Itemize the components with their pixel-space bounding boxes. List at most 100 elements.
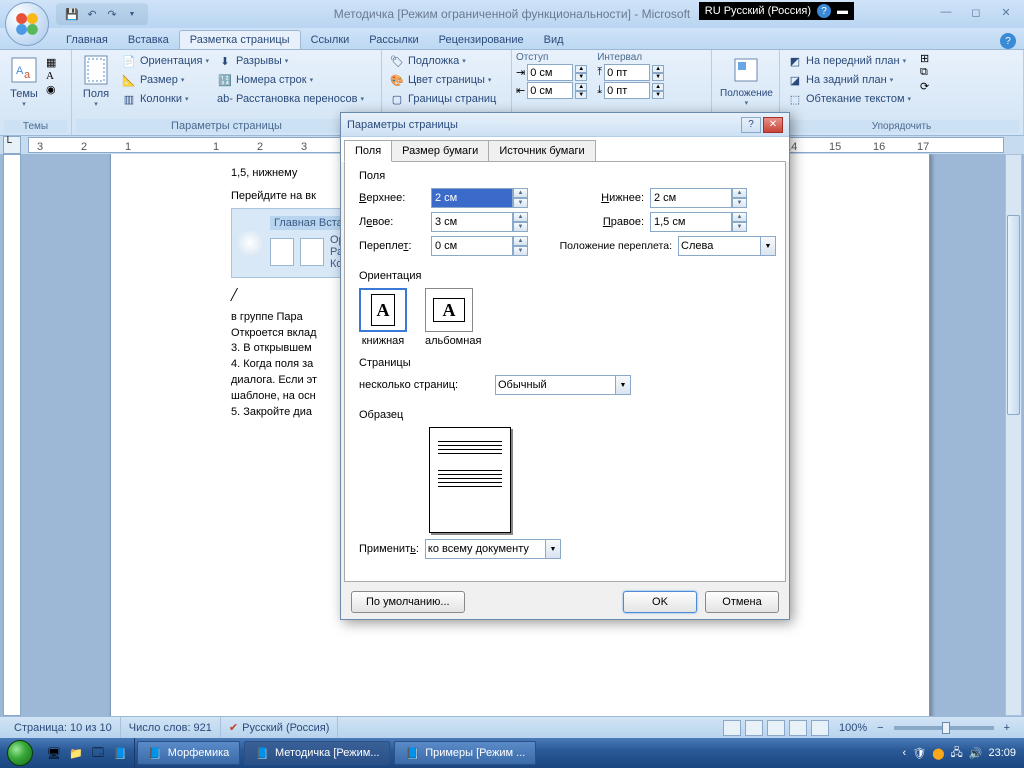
watermark-button[interactable]: 🏷Подложка ▾: [386, 52, 499, 70]
dialog-tab-paper[interactable]: Размер бумаги: [391, 140, 489, 162]
theme-fonts-icon[interactable]: A: [46, 70, 56, 82]
zoom-out[interactable]: −: [877, 722, 883, 734]
tab-references[interactable]: Ссылки: [301, 31, 360, 49]
watermark-icon: 🏷: [389, 53, 405, 69]
indent-left-input[interactable]: ⇥▲▼: [516, 64, 587, 81]
cancel-button[interactable]: Отмена: [705, 591, 779, 613]
rotate-icon[interactable]: ⟳: [920, 80, 929, 93]
themes-button[interactable]: Aa Темы▾: [4, 52, 44, 110]
view-print-layout[interactable]: [723, 720, 741, 736]
top-margin-input[interactable]: ▲▼: [431, 188, 528, 208]
position-button[interactable]: Положение▾: [716, 52, 777, 109]
page-color-button[interactable]: 🎨Цвет страницы ▾: [386, 71, 499, 89]
start-button[interactable]: [0, 738, 40, 768]
maximize-button[interactable]: ◻: [964, 4, 988, 20]
dialog-tab-source[interactable]: Источник бумаги: [488, 140, 595, 162]
default-button[interactable]: По умолчанию...: [351, 591, 465, 613]
zoom-slider[interactable]: [894, 726, 994, 730]
taskbar-app-2[interactable]: 📘Методичка [Режим...: [244, 741, 390, 765]
language-indicator[interactable]: RU Русский (Россия) ? ▬: [699, 2, 854, 20]
group-icon[interactable]: ⧉: [920, 66, 929, 79]
qat-more-icon[interactable]: ▼: [124, 6, 140, 22]
spacing-after-input[interactable]: ⤓▲▼: [597, 82, 664, 99]
tab-insert[interactable]: Вставка: [118, 31, 179, 49]
scrollbar-thumb[interactable]: [1007, 215, 1020, 415]
view-web[interactable]: [767, 720, 785, 736]
status-language[interactable]: ✔Русский (Россия): [221, 717, 339, 738]
taskbar-app-1[interactable]: 📘Морфемика: [137, 741, 240, 765]
gutter-pos-select[interactable]: Слева▼: [678, 236, 776, 256]
view-outline[interactable]: [789, 720, 807, 736]
bottom-margin-input[interactable]: ▲▼: [650, 188, 747, 208]
breaks-button[interactable]: ⬇Разрывы ▾: [214, 52, 367, 70]
theme-effects-icon[interactable]: ◉: [46, 83, 56, 96]
tab-view[interactable]: Вид: [534, 31, 574, 49]
dialog-title-bar[interactable]: Параметры страницы ? ✕: [341, 113, 789, 137]
orientation-portrait[interactable]: A книжная: [359, 288, 407, 347]
ok-button[interactable]: OK: [623, 591, 697, 613]
tab-review[interactable]: Рецензирование: [429, 31, 534, 49]
tab-home[interactable]: Главная: [56, 31, 118, 49]
tray-clock[interactable]: 23:09: [988, 747, 1016, 759]
ql-switch-icon[interactable]: 🗔: [88, 743, 108, 763]
theme-colors-icon[interactable]: ▦: [46, 56, 56, 69]
bring-front-button[interactable]: ◩На передний план ▾: [784, 52, 914, 70]
vertical-scrollbar[interactable]: [1005, 154, 1022, 716]
spacing-before-input[interactable]: ⤒▲▼: [597, 64, 664, 81]
margins-button[interactable]: Поля▾: [76, 52, 116, 110]
left-margin-input[interactable]: ▲▼: [431, 212, 528, 232]
apply-to-select[interactable]: ко всему документу▼: [425, 539, 561, 559]
line-numbers-button[interactable]: 🔢Номера строк ▾: [214, 71, 367, 89]
tray-volume-icon[interactable]: 🔊: [969, 747, 983, 760]
tray-expand-icon[interactable]: ‹: [903, 747, 907, 759]
orientation-button[interactable]: 📄Ориентация ▾: [118, 52, 212, 70]
hyphenation-button[interactable]: ab‐Расстановка переносов ▾: [214, 90, 367, 108]
close-button[interactable]: ✕: [994, 4, 1018, 20]
lang-close-icon[interactable]: ▬: [837, 5, 848, 17]
vertical-ruler[interactable]: [3, 154, 21, 716]
columns-button[interactable]: ▥Колонки ▾: [118, 90, 212, 108]
office-button[interactable]: [5, 2, 49, 46]
help-icon[interactable]: ?: [817, 4, 831, 18]
orientation-landscape[interactable]: A альбомная: [425, 288, 481, 347]
page-borders-button[interactable]: ▢Границы страниц: [386, 90, 499, 108]
view-full-screen[interactable]: [745, 720, 763, 736]
size-button[interactable]: 📐Размер ▾: [118, 71, 212, 89]
minimize-button[interactable]: ―: [934, 4, 958, 20]
align-icon[interactable]: ⊞: [920, 52, 929, 65]
ql-explorer-icon[interactable]: 📁: [66, 743, 86, 763]
spacing-heading: Интервал: [597, 52, 664, 63]
status-page[interactable]: Страница: 10 из 10: [6, 717, 121, 738]
taskbar: 🖥 📁 🗔 📘 📘Морфемика 📘Методичка [Режим... …: [0, 738, 1024, 768]
zoom-in[interactable]: +: [1004, 722, 1010, 734]
view-draft[interactable]: [811, 720, 829, 736]
status-words[interactable]: Число слов: 921: [121, 717, 221, 738]
word-icon: 📘: [255, 747, 269, 760]
dialog-help-button[interactable]: ?: [741, 117, 761, 133]
text-wrap-button[interactable]: ⬚Обтекание текстом ▾: [784, 90, 914, 108]
gutter-input[interactable]: ▲▼: [431, 236, 528, 256]
multi-pages-select[interactable]: Обычный▼: [495, 375, 631, 395]
page-borders-icon: ▢: [389, 91, 405, 107]
indent-right-input[interactable]: ⇤▲▼: [516, 82, 587, 99]
send-back-button[interactable]: ◪На задний план ▾: [784, 71, 914, 89]
bottom-margin-label: Нижнее:: [534, 192, 644, 204]
tray-icon[interactable]: 🛡: [912, 747, 926, 760]
tab-mailings[interactable]: Рассылки: [359, 31, 428, 49]
breaks-icon: ⬇: [217, 53, 233, 69]
ql-desktop-icon[interactable]: 🖥: [44, 743, 64, 763]
redo-icon[interactable]: ↷: [104, 6, 120, 22]
tray-icon[interactable]: 🖧: [951, 744, 963, 763]
ruler-corner[interactable]: └: [3, 136, 21, 154]
tray-icon[interactable]: ⬤: [932, 747, 944, 760]
taskbar-app-3[interactable]: 📘Примеры [Режим ...: [394, 741, 536, 765]
zoom-value[interactable]: 100%: [839, 722, 867, 734]
dialog-tab-fields[interactable]: Поля: [344, 140, 392, 162]
dialog-close-button[interactable]: ✕: [763, 117, 783, 133]
ql-app-icon[interactable]: 📘: [110, 743, 130, 763]
undo-icon[interactable]: ↶: [84, 6, 100, 22]
tab-page-layout[interactable]: Разметка страницы: [179, 30, 301, 49]
right-margin-input[interactable]: ▲▼: [650, 212, 747, 232]
save-icon[interactable]: 💾: [64, 6, 80, 22]
ribbon-help-icon[interactable]: ?: [1000, 33, 1016, 49]
